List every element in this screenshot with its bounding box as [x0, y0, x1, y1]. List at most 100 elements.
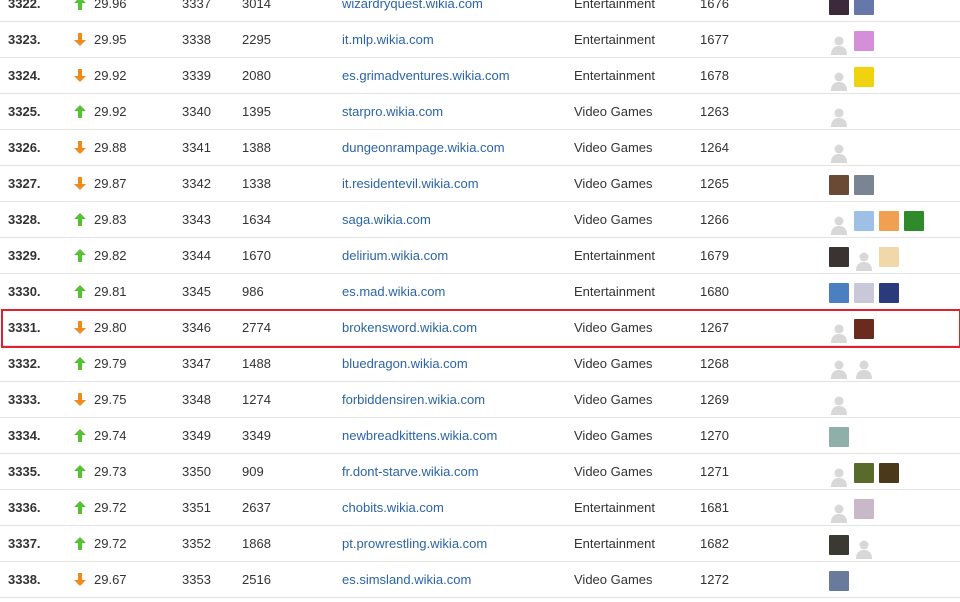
score-cell: 29.67	[94, 572, 127, 587]
rank-cell: 3336.	[8, 500, 41, 515]
user-avatar[interactable]	[854, 31, 874, 51]
default-user-avatar-icon[interactable]	[854, 251, 874, 271]
previous-rank-cell: 3350	[182, 464, 211, 479]
table-row: 3337. 29.72 3352 1868 pt.prowrestling.wikia.…	[0, 526, 960, 562]
wiki-link[interactable]: starpro.wikia.com	[342, 94, 443, 129]
score-cell: 29.72	[94, 500, 127, 515]
category-rank-cell: 1272	[700, 572, 729, 587]
user-avatar[interactable]	[829, 0, 849, 15]
table-row: 3336. 29.72 3351 2637 chobits.wikia.com Enter…	[0, 490, 960, 526]
user-avatar[interactable]	[829, 427, 849, 447]
wiki-link[interactable]: chobits.wikia.com	[342, 490, 444, 525]
wiki-link[interactable]: es.grimadventures.wikia.com	[342, 58, 510, 93]
rank-cell: 3327.	[8, 176, 41, 191]
wiki-link[interactable]: wizardryquest.wikia.com	[342, 0, 483, 21]
user-avatar[interactable]	[879, 283, 899, 303]
default-user-avatar-icon[interactable]	[829, 35, 849, 55]
rank-cell: 3338.	[8, 572, 41, 587]
rank-cell: 3324.	[8, 68, 41, 83]
wiki-link[interactable]: fr.dont-starve.wikia.com	[342, 454, 479, 489]
user-avatar[interactable]	[829, 571, 849, 591]
previous-rank-cell: 3339	[182, 68, 211, 83]
category-rank-cell: 1680	[700, 284, 729, 299]
rank-cell: 3323.	[8, 32, 41, 47]
table-row: 3330. 29.81 3345 986 es.mad.wikia.com Enterta…	[0, 274, 960, 310]
category-rank-cell: 1269	[700, 392, 729, 407]
wiki-link[interactable]: brokensword.wikia.com	[342, 310, 477, 345]
trend-up-arrow-icon	[74, 490, 88, 525]
default-user-avatar-icon[interactable]	[829, 395, 849, 415]
default-user-avatar-icon[interactable]	[829, 359, 849, 379]
default-user-avatar-icon[interactable]	[829, 215, 849, 235]
category-rank-cell: 1676	[700, 0, 729, 11]
wiki-link[interactable]: forbiddensiren.wikia.com	[342, 382, 485, 417]
trend-up-arrow-icon	[74, 274, 88, 309]
trend-up-arrow-icon	[74, 346, 88, 381]
wiki-link[interactable]: it.mlp.wikia.com	[342, 22, 434, 57]
category-cell: Entertainment	[574, 500, 655, 515]
trend-down-arrow-icon	[74, 166, 88, 201]
user-avatar[interactable]	[854, 499, 874, 519]
default-user-avatar-icon[interactable]	[829, 503, 849, 523]
category-rank-cell: 1677	[700, 32, 729, 47]
default-user-avatar-icon[interactable]	[854, 359, 874, 379]
default-user-avatar-icon[interactable]	[829, 71, 849, 91]
user-avatar[interactable]	[854, 319, 874, 339]
category-cell: Entertainment	[574, 284, 655, 299]
default-user-avatar-icon[interactable]	[829, 467, 849, 487]
wiki-link[interactable]: newbreadkittens.wikia.com	[342, 418, 497, 453]
category-rank-cell: 1267	[700, 320, 729, 335]
score-cell: 29.80	[94, 320, 127, 335]
user-avatar[interactable]	[854, 463, 874, 483]
category-rank-cell: 1266	[700, 212, 729, 227]
default-user-avatar-icon[interactable]	[854, 539, 874, 559]
user-avatar[interactable]	[829, 535, 849, 555]
views-cell: 3349	[242, 428, 271, 443]
user-avatar[interactable]	[829, 283, 849, 303]
trend-up-arrow-icon	[74, 202, 88, 237]
user-avatar[interactable]	[904, 211, 924, 231]
user-avatar[interactable]	[854, 0, 874, 15]
trend-up-arrow-icon	[74, 418, 88, 453]
views-cell: 1488	[242, 356, 271, 371]
user-avatar[interactable]	[854, 67, 874, 87]
user-avatar[interactable]	[854, 175, 874, 195]
category-cell: Entertainment	[574, 68, 655, 83]
score-cell: 29.74	[94, 428, 127, 443]
score-cell: 29.88	[94, 140, 127, 155]
views-cell: 909	[242, 464, 264, 479]
trend-down-arrow-icon	[74, 22, 88, 57]
table-row: 3326. 29.88 3341 1388 dungeonrampage.wikia.c…	[0, 130, 960, 166]
wiki-link[interactable]: dungeonrampage.wikia.com	[342, 130, 505, 165]
table-row: 3324. 29.92 3339 2080 es.grimadventures.wiki…	[0, 58, 960, 94]
wiki-link[interactable]: es.mad.wikia.com	[342, 274, 445, 309]
wiki-ranking-table: 3322. 29.96 3337 3014 wizardryquest.wikia.co…	[0, 0, 960, 598]
default-user-avatar-icon[interactable]	[829, 143, 849, 163]
user-avatar[interactable]	[879, 247, 899, 267]
default-user-avatar-icon[interactable]	[829, 323, 849, 343]
user-avatar[interactable]	[879, 463, 899, 483]
user-avatar[interactable]	[854, 211, 874, 231]
wiki-link[interactable]: saga.wikia.com	[342, 202, 431, 237]
user-avatar[interactable]	[879, 211, 899, 231]
user-avatar[interactable]	[829, 247, 849, 267]
wiki-link[interactable]: delirium.wikia.com	[342, 238, 448, 273]
table-row: 3334. 29.74 3349 3349 newbreadkittens.wikia.…	[0, 418, 960, 454]
category-cell: Entertainment	[574, 0, 655, 11]
previous-rank-cell: 3342	[182, 176, 211, 191]
category-rank-cell: 1264	[700, 140, 729, 155]
wiki-link[interactable]: es.simsland.wikia.com	[342, 562, 471, 597]
user-avatar[interactable]	[829, 175, 849, 195]
trend-down-arrow-icon	[74, 562, 88, 597]
wiki-link[interactable]: bluedragon.wikia.com	[342, 346, 468, 381]
default-user-avatar-icon[interactable]	[829, 107, 849, 127]
user-avatar[interactable]	[854, 283, 874, 303]
score-cell: 29.87	[94, 176, 127, 191]
category-cell: Video Games	[574, 176, 653, 191]
views-cell: 1634	[242, 212, 271, 227]
wiki-link[interactable]: pt.prowrestling.wikia.com	[342, 526, 487, 561]
wiki-link[interactable]: it.residentevil.wikia.com	[342, 166, 479, 201]
category-rank-cell: 1271	[700, 464, 729, 479]
views-cell: 1868	[242, 536, 271, 551]
previous-rank-cell: 3341	[182, 140, 211, 155]
